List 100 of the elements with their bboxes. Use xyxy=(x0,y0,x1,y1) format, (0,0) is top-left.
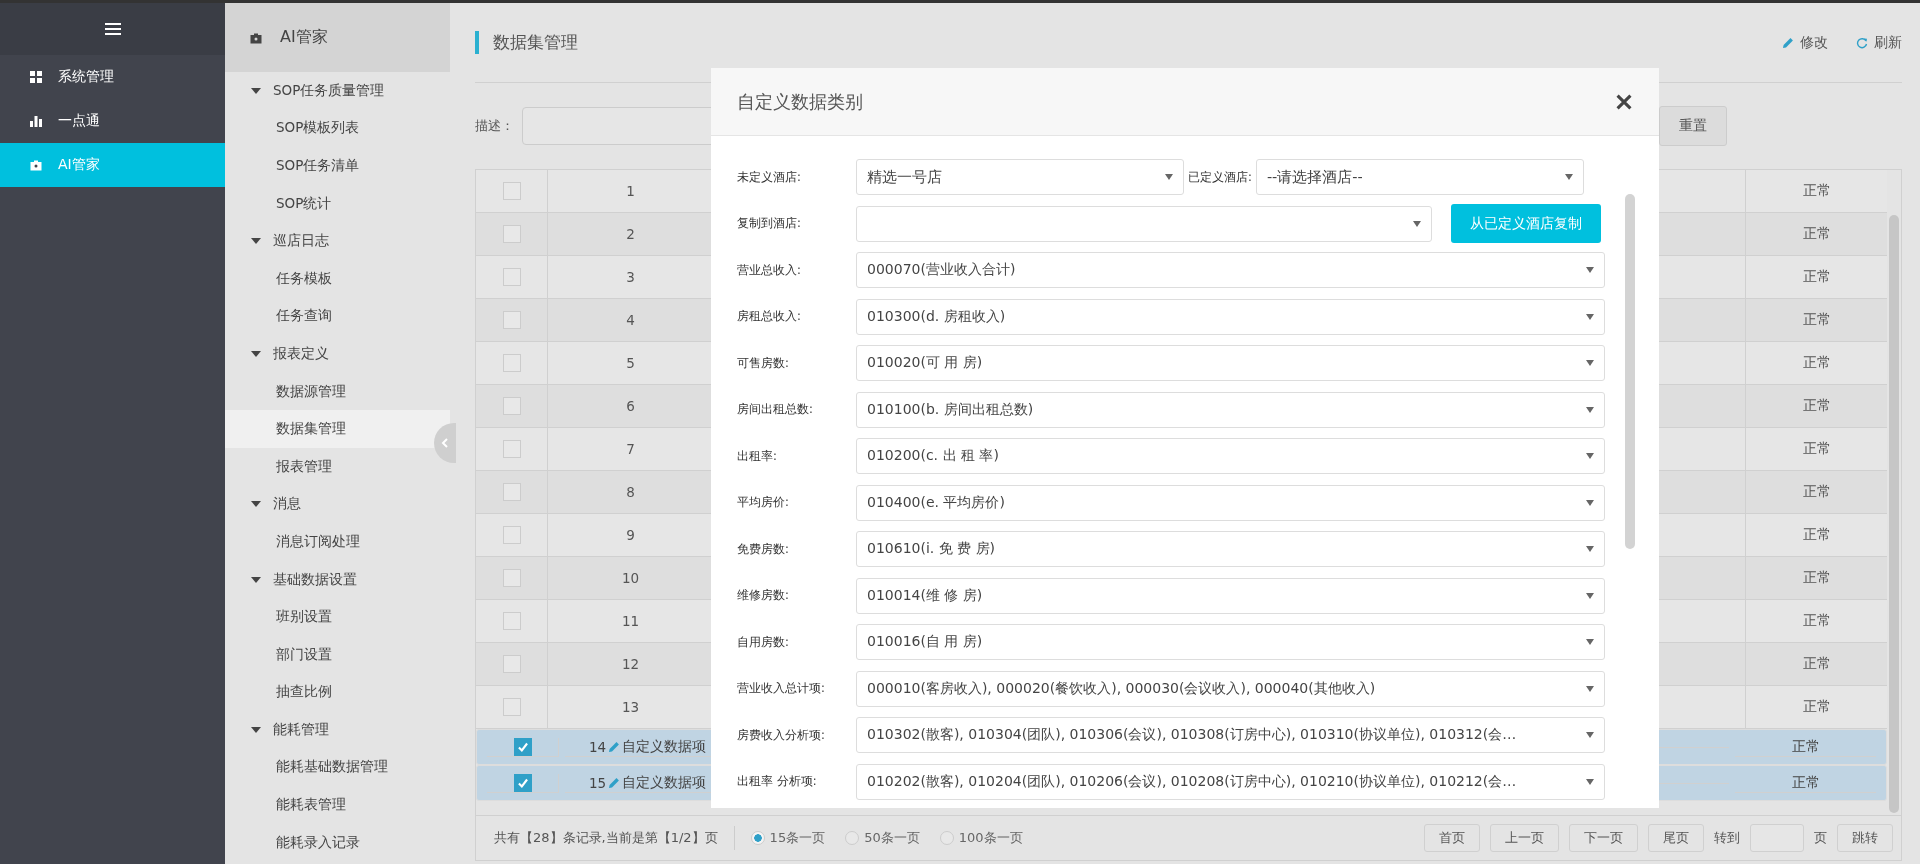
row-number: 14 xyxy=(588,738,607,755)
row-checkbox[interactable] xyxy=(502,268,521,286)
menu-item[interactable]: 任务查询 xyxy=(225,297,450,336)
row-checkbox[interactable] xyxy=(502,311,521,329)
dialog-title: 自定义数据类别 xyxy=(737,89,863,114)
field-label: 复制到酒店: xyxy=(737,216,802,231)
jump-button[interactable]: 跳转 xyxy=(1837,824,1893,852)
menu-item[interactable]: 数据源管理 xyxy=(225,372,450,411)
field-label: 出租率 分析项: xyxy=(737,774,818,789)
edit-link[interactable]: 自定义数据项 xyxy=(622,737,707,756)
row-checkbox[interactable] xyxy=(502,569,521,587)
category-select[interactable]: 010302(散客), 010304(团队), 010306(会议), 010308(订房中心), 010310(协议单位), 010312(会… xyxy=(856,717,1605,753)
row-checkbox[interactable] xyxy=(502,483,521,501)
page-button[interactable]: 首页 xyxy=(1424,824,1480,852)
row-checkbox[interactable] xyxy=(513,737,532,756)
category-select[interactable]: 000010(客房收入), 000020(餐饮收入), 000030(会议收入), 000040(其他收入) xyxy=(856,670,1605,707)
page-size-option[interactable]: 100条一页 xyxy=(939,829,1023,847)
status-cell: 正常 xyxy=(1802,698,1831,716)
nav-item[interactable]: 一点通 xyxy=(0,99,225,143)
nav-item[interactable]: 系统管理 xyxy=(0,55,225,99)
field-label: 免费房数: xyxy=(737,541,790,557)
row-checkbox[interactable] xyxy=(502,182,521,200)
edit-link[interactable]: 自定义数据项 xyxy=(622,773,707,792)
category-select[interactable]: 010014(维 修 房) xyxy=(856,577,1605,614)
menu-item[interactable]: SOP模板列表 xyxy=(225,109,450,148)
status-cell: 正常 xyxy=(1802,268,1831,286)
row-checkbox[interactable] xyxy=(502,655,521,673)
category-select[interactable]: 010202(散客), 010204(团队), 010206(会议), 010208(订房中心), 010210(协议单位), 010212(会… xyxy=(856,763,1605,800)
page-title: 数据集管理 xyxy=(475,31,578,54)
category-select[interactable]: 010100(b. 房间出租总数) xyxy=(856,391,1605,428)
status-cell: 正常 xyxy=(1802,569,1831,587)
menu-item[interactable]: SOP任务清单 xyxy=(225,147,450,185)
page-button[interactable]: 上一页 xyxy=(1490,824,1559,852)
hotel-select[interactable]: --请选择酒店-- xyxy=(1255,159,1584,195)
row-checkbox[interactable] xyxy=(502,526,521,544)
menu-item[interactable]: 任务模板 xyxy=(225,259,450,298)
row-number: 13 xyxy=(621,699,640,715)
grid-icon xyxy=(30,71,42,83)
category-select[interactable]: 010610(i. 免 费 房) xyxy=(856,531,1605,567)
reset-button[interactable]: 重置 xyxy=(1659,106,1727,146)
status-cell: 正常 xyxy=(1802,483,1831,501)
edit-link[interactable]: 修改 xyxy=(1782,33,1828,52)
submenu-title: AI管家 xyxy=(280,27,328,48)
caret-icon xyxy=(1586,313,1594,320)
collapse-handle[interactable] xyxy=(434,423,456,463)
menu-item[interactable]: 数据集管理 xyxy=(225,410,450,448)
menu-icon[interactable] xyxy=(104,23,121,35)
category-select[interactable]: 010016(自 用 房) xyxy=(856,624,1605,660)
status-cell: 正常 xyxy=(1802,612,1831,630)
row-checkbox[interactable] xyxy=(502,397,521,415)
menu-item[interactable]: 抽查比例 xyxy=(225,673,450,712)
row-number: 11 xyxy=(621,613,640,629)
field-label: 平均房价: xyxy=(737,495,790,510)
refresh-link[interactable]: 刷新 xyxy=(1856,33,1902,52)
menu-group[interactable]: 能耗管理 xyxy=(225,711,450,749)
menu-item[interactable]: 班别设置 xyxy=(225,598,450,636)
pencil-icon xyxy=(608,776,621,789)
page-unit-label: 页 xyxy=(1814,829,1827,847)
caret-icon xyxy=(1165,174,1173,180)
menu-item[interactable]: 消息订阅处理 xyxy=(225,523,450,561)
menu-item[interactable]: 报表管理 xyxy=(225,447,450,486)
field-label: 房租总收入: xyxy=(737,309,802,324)
row-checkbox[interactable] xyxy=(502,698,521,716)
field-label: 房费收入分析项: xyxy=(737,727,826,743)
hotel-select[interactable] xyxy=(856,205,1432,242)
row-checkbox[interactable] xyxy=(502,440,521,458)
category-select[interactable]: 010200(c. 出 租 率) xyxy=(856,438,1605,474)
category-select[interactable]: 000070(营业收入合计) xyxy=(856,252,1605,288)
row-checkbox[interactable] xyxy=(502,354,521,372)
filter-label: 描述： xyxy=(475,117,514,135)
row-number: 5 xyxy=(626,355,635,371)
menu-item[interactable]: 能耗表管理 xyxy=(225,786,450,824)
page-button[interactable]: 尾页 xyxy=(1648,824,1704,852)
menu-item[interactable]: 能耗录入记录 xyxy=(225,823,450,862)
menu-group[interactable]: 巡店日志 xyxy=(225,222,450,260)
row-checkbox[interactable] xyxy=(502,612,521,630)
row-checkbox[interactable] xyxy=(502,225,521,243)
category-select[interactable]: 010020(可 用 房) xyxy=(856,345,1605,381)
status-cell: 正常 xyxy=(1802,440,1831,458)
field-label: 营业收入总计项: xyxy=(737,681,826,696)
page-size-option[interactable]: 50条一页 xyxy=(845,829,920,847)
menu-group[interactable]: 基础数据设置 xyxy=(225,560,450,599)
row-checkbox[interactable] xyxy=(513,773,532,792)
scrollbar-thumb[interactable] xyxy=(1625,194,1635,549)
hotel-select[interactable]: 精选一号店 xyxy=(856,159,1184,195)
menu-item[interactable]: 部门设置 xyxy=(225,635,450,674)
scrollbar-thumb[interactable] xyxy=(1889,215,1899,813)
row-number: 1 xyxy=(626,183,635,199)
category-select[interactable]: 010400(e. 平均房价) xyxy=(856,484,1605,521)
menu-item[interactable]: 能耗基础数据管理 xyxy=(225,748,450,787)
close-icon[interactable] xyxy=(1615,92,1633,111)
menu-item[interactable]: SOP统计 xyxy=(225,184,450,223)
page-button[interactable]: 下一页 xyxy=(1569,824,1638,852)
menu-group[interactable]: 报表定义 xyxy=(225,335,450,373)
category-select[interactable]: 010300(d. 房租收入) xyxy=(856,298,1605,335)
menu-group[interactable]: 消息 xyxy=(225,485,450,524)
menu-group[interactable]: SOP任务质量管理 xyxy=(225,72,450,110)
page-size-option[interactable]: 15条一页 xyxy=(750,829,826,847)
caret-icon xyxy=(1586,778,1594,785)
row-number: 10 xyxy=(621,570,640,586)
